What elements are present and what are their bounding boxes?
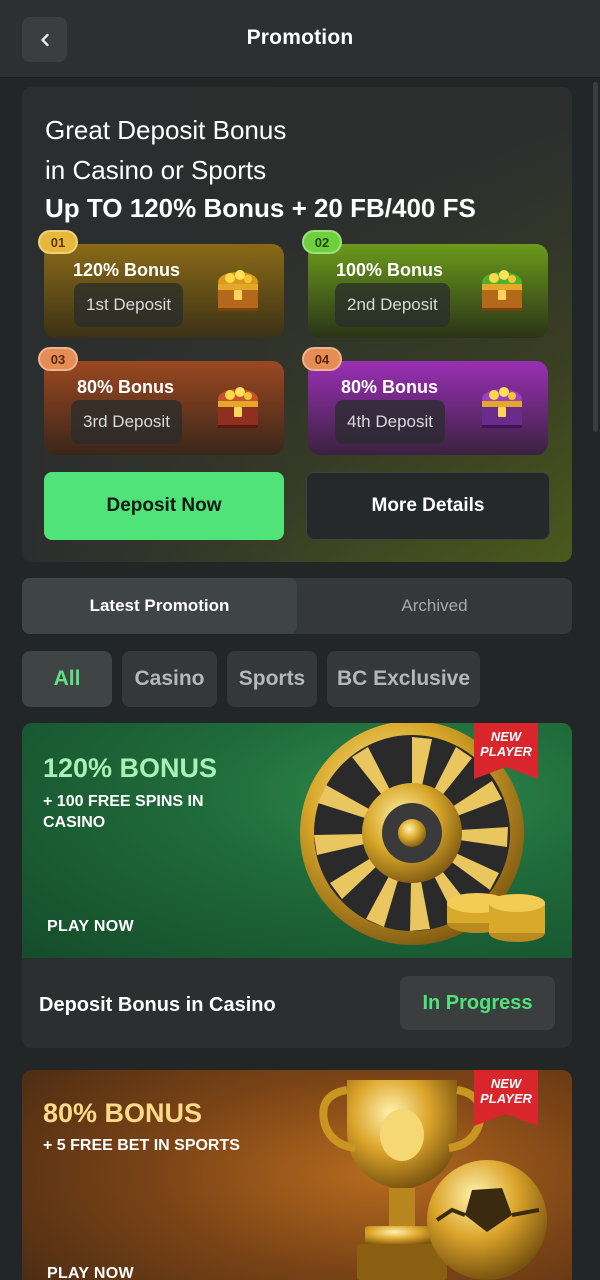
- filter-all[interactable]: All: [22, 651, 112, 707]
- new-player-badge: NEW PLAYER: [474, 1070, 538, 1126]
- tile-deposit-label: 1st Deposit: [74, 283, 184, 327]
- new-player-label: NEW PLAYER: [480, 1076, 532, 1106]
- promo-subtitle: + 100 FREE SPINS IN CASINO: [43, 793, 204, 831]
- tile-deposit-label: 3rd Deposit: [71, 400, 182, 444]
- tile-bonus-label: 100% Bonus: [336, 260, 444, 280]
- tab-archived[interactable]: Archived: [297, 578, 572, 634]
- new-player-badge: NEW PLAYER: [474, 723, 538, 779]
- promo-name: Deposit Bonus in Casino: [39, 994, 276, 1016]
- page-title: Promotion: [246, 26, 354, 49]
- treasure-chest-icon: [482, 387, 522, 428]
- promo-banner[interactable]: 120% BONUS + 100 FREE SPINS IN CASINO PL…: [22, 723, 572, 958]
- filter-sports[interactable]: Sports: [227, 651, 317, 707]
- tile-bonus-label: 80% Bonus: [341, 377, 439, 397]
- tile-bonus-label: 120% Bonus: [73, 260, 181, 280]
- more-details-button[interactable]: More Details: [306, 472, 550, 540]
- treasure-chest-icon: [482, 270, 522, 311]
- tab-latest-promotion[interactable]: Latest Promotion: [22, 578, 297, 634]
- status-badge[interactable]: In Progress: [400, 976, 555, 1030]
- hero-bonus-card: Great Deposit Bonus in Casino or Sports …: [22, 87, 572, 562]
- play-now-link[interactable]: PLAY NOW: [47, 1265, 134, 1280]
- hero-headline: Up TO 120% Bonus + 20 FB/400 FS: [45, 193, 476, 223]
- new-player-label: NEW PLAYER: [480, 729, 532, 759]
- tile-number-badge: 01: [38, 230, 78, 254]
- promo-title: 80% BONUS: [43, 1098, 203, 1128]
- hero-title-line1: Great Deposit Bonus: [45, 115, 287, 145]
- tile-number-badge: 04: [302, 347, 342, 371]
- promo-card-casino[interactable]: 120% BONUS + 100 FREE SPINS IN CASINO PL…: [22, 723, 572, 1048]
- promotion-tabs: Latest Promotion Archived: [22, 578, 572, 634]
- deposit-tile-4[interactable]: 04 80% Bonus 4th Deposit: [302, 347, 548, 455]
- filter-bc-exclusive[interactable]: BC Exclusive: [327, 651, 480, 707]
- deposit-tile-2[interactable]: 02 100% Bonus 2nd Deposit: [302, 230, 548, 338]
- tile-deposit-label: 4th Deposit: [335, 400, 445, 444]
- promo-subtitle: + 5 FREE BET IN SPORTS: [43, 1137, 240, 1154]
- promo-title: 120% BONUS: [43, 753, 218, 783]
- treasure-chest-icon: [218, 387, 258, 428]
- scrollbar[interactable]: [593, 82, 598, 432]
- filter-casino[interactable]: Casino: [122, 651, 217, 707]
- promo-banner[interactable]: 80% BONUS + 5 FREE BET IN SPORTS PLAY NO…: [22, 1070, 572, 1280]
- play-now-link[interactable]: PLAY NOW: [47, 918, 134, 936]
- header: Promotion: [0, 0, 600, 78]
- tile-number-badge: 03: [38, 347, 78, 371]
- promo-card-sports[interactable]: 80% BONUS + 5 FREE BET IN SPORTS PLAY NO…: [22, 1070, 572, 1280]
- tile-deposit-label: 2nd Deposit: [335, 283, 450, 327]
- tile-bonus-label: 80% Bonus: [77, 377, 175, 397]
- deposit-tile-3[interactable]: 03 80% Bonus 3rd Deposit: [38, 347, 284, 455]
- hero-title-line2: in Casino or Sports: [45, 155, 267, 185]
- tile-number-badge: 02: [302, 230, 342, 254]
- deposit-now-button[interactable]: Deposit Now: [44, 472, 284, 540]
- deposit-tile-1[interactable]: 01 120% Bonus 1st Deposit: [38, 230, 284, 338]
- treasure-chest-icon: [218, 270, 258, 311]
